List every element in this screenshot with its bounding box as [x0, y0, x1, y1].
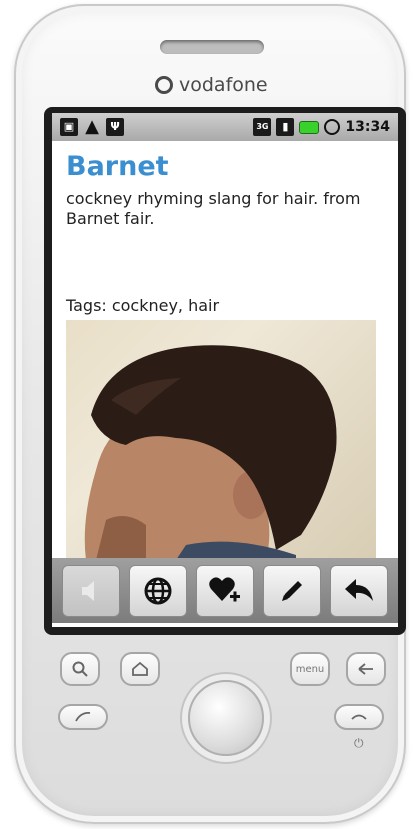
back-hardware-button[interactable]	[346, 652, 386, 686]
lock-icon: ▣	[60, 118, 78, 136]
speaker-icon	[82, 580, 95, 601]
edit-button[interactable]	[262, 564, 321, 617]
signal-icon: ▮	[276, 118, 295, 136]
end-call-icon	[351, 714, 367, 720]
alarm-icon	[324, 119, 341, 135]
search-hardware-button[interactable]	[60, 652, 100, 686]
favorite-add-button[interactable]	[195, 564, 254, 617]
action-toolbar	[52, 558, 398, 623]
pencil-icon	[281, 580, 302, 601]
entry-photo	[66, 320, 376, 560]
home-hardware-button[interactable]	[120, 652, 160, 686]
status-time: 13:34	[345, 119, 390, 135]
man-hair-photo	[84, 345, 337, 560]
end-call-hardware-button[interactable]	[334, 704, 384, 730]
back-button[interactable]	[329, 564, 388, 617]
call-hardware-button[interactable]	[58, 704, 108, 730]
home-icon	[132, 661, 148, 676]
battery-icon	[299, 120, 320, 134]
reply-arrow-icon	[344, 578, 373, 601]
tags-label: Tags:	[66, 296, 107, 315]
menu-label: menu	[295, 663, 325, 675]
warning-icon: ▲	[85, 116, 99, 137]
entry-title: Barnet	[66, 151, 169, 182]
3g-icon: 3G	[253, 118, 272, 136]
carrier-logo: vodafone	[155, 72, 268, 98]
vodafone-logo-icon	[155, 76, 173, 94]
back-arrow-icon	[358, 663, 373, 675]
usb-icon: Ψ	[106, 118, 124, 136]
entry-definition: cockney rhyming slang for hair. from Bar…	[66, 189, 361, 228]
entry-tags: Tags: cockney, hair	[66, 296, 219, 315]
earpiece-speaker	[160, 40, 264, 54]
carrier-name: vodafone	[179, 74, 268, 96]
call-icon	[75, 712, 91, 722]
entry-content: Barnet cockney rhyming slang for hair. f…	[66, 151, 390, 229]
search-icon	[72, 661, 88, 677]
web-button[interactable]	[129, 564, 188, 617]
trackball[interactable]	[188, 680, 264, 756]
heart-plus-icon	[209, 576, 240, 601]
status-bar: ▣ ▲ Ψ 3G ▮ 13:34	[52, 113, 398, 141]
menu-hardware-button[interactable]: menu	[290, 652, 330, 686]
speak-button[interactable]	[62, 564, 121, 617]
globe-icon	[144, 577, 172, 604]
power-icon: ⏻	[354, 736, 364, 750]
tags-value: cockney, hair	[111, 296, 220, 315]
screen: ▣ ▲ Ψ 3G ▮ 13:34 Barnet cockney rhyming …	[52, 113, 398, 627]
